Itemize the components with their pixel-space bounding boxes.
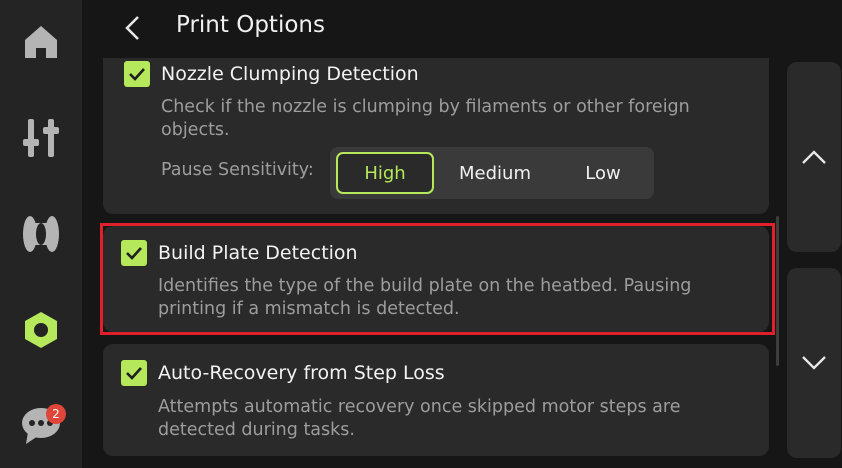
nozzle-clumping-checkbox[interactable] [124, 61, 150, 87]
sensitivity-option-medium[interactable]: Medium [440, 152, 550, 194]
chevron-up-icon [802, 150, 826, 164]
pause-sensitivity-label: Pause Sensitivity: [161, 160, 314, 180]
nav-messages[interactable] [0, 396, 82, 456]
nav-controls[interactable] [0, 108, 82, 168]
sensitivity-option-high[interactable]: High [336, 152, 434, 194]
notification-badge: 2 [46, 404, 66, 424]
page-title: Print Options [176, 12, 325, 38]
auto-recovery-checkbox[interactable] [121, 360, 147, 386]
option-description: Attempts automatic recovery once skipped… [158, 397, 681, 440]
check-icon [126, 367, 142, 380]
chevron-left-icon [125, 16, 139, 40]
scroll-up-button[interactable] [787, 62, 841, 252]
back-button[interactable] [116, 10, 148, 46]
check-icon [129, 68, 145, 81]
highlight-box [100, 223, 775, 335]
scroll-down-button[interactable] [787, 268, 841, 458]
scrollbar[interactable] [776, 216, 779, 366]
option-description: Check if the nozzle is clumping by filam… [161, 97, 690, 140]
chevron-down-icon [802, 356, 826, 370]
home-icon [25, 26, 57, 58]
option-title: Auto-Recovery from Step Loss [158, 362, 445, 384]
nav-settings[interactable] [0, 300, 82, 360]
nav-home[interactable] [0, 12, 82, 72]
sensitivity-option-low[interactable]: Low [556, 152, 650, 194]
sliders-icon [23, 119, 59, 157]
option-title: Nozzle Clumping Detection [161, 63, 419, 85]
sidebar: 2 [0, 0, 82, 468]
nav-filament[interactable] [0, 204, 82, 264]
filament-icon [23, 216, 59, 252]
settings-hex-icon [25, 312, 57, 348]
